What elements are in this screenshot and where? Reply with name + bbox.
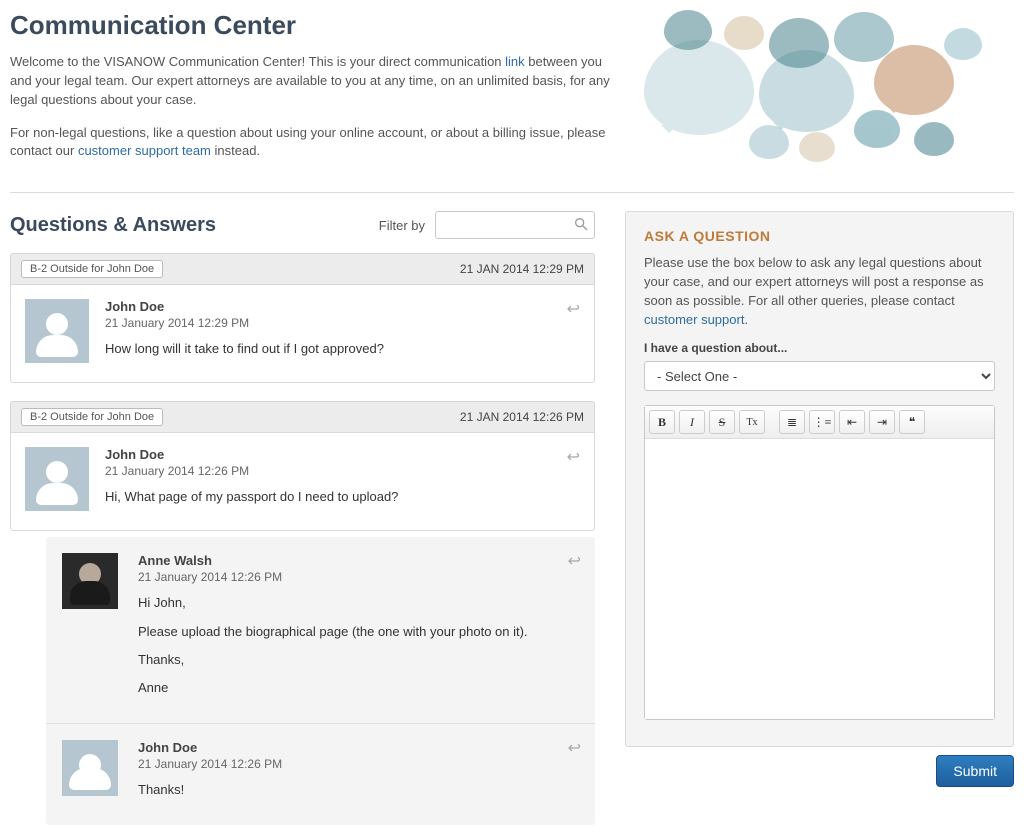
message-text: Hi John, [138,594,579,612]
avatar [25,299,89,363]
message-text: Thanks, [138,651,579,669]
speech-bubbles-decoration [634,10,1014,180]
avatar [25,447,89,511]
editor-textarea[interactable] [645,439,994,719]
avatar [62,740,118,796]
italic-button[interactable]: I [679,410,705,434]
message-author: John Doe [138,740,579,755]
thread-timestamp: 21 JAN 2014 12:26 PM [460,410,584,424]
ordered-list-button[interactable]: ≣ [779,410,805,434]
message-date: 21 January 2014 12:29 PM [105,316,580,330]
bold-button[interactable]: B [649,410,675,434]
strikethrough-button[interactable]: S [709,410,735,434]
qa-heading: Questions & Answers [10,214,379,237]
message-date: 21 January 2014 12:26 PM [138,757,579,771]
page-title: Communication Center [10,10,614,41]
message-text: Hi, What page of my passport do I need t… [105,488,580,506]
thread-header: B-2 Outside for John Doe 21 JAN 2014 12:… [10,253,595,284]
blockquote-button[interactable]: ❝ [899,410,925,434]
message-date: 21 January 2014 12:26 PM [138,570,579,584]
filter-label: Filter by [379,218,425,233]
divider [10,192,1014,193]
ask-intro-text: . [744,312,748,327]
avatar [62,553,118,609]
question-topic-select[interactable]: - Select One - [644,361,995,391]
message: John Doe 21 January 2014 12:26 PM Hi, Wh… [10,432,595,531]
ask-intro-text: Please use the box below to ask any lega… [644,255,984,308]
intro-paragraph-2: For non-legal questions, like a question… [10,124,614,162]
reply-message: Anne Walsh 21 January 2014 12:26 PM Hi J… [46,537,595,724]
intro-paragraph-1: Welcome to the VISANOW Communication Cen… [10,53,614,110]
case-tag[interactable]: B-2 Outside for John Doe [21,260,163,278]
message-date: 21 January 2014 12:26 PM [105,464,580,478]
message-author: John Doe [105,447,580,462]
message-author: Anne Walsh [138,553,579,568]
search-icon [573,216,589,232]
intro-text: instead. [211,143,260,158]
filter-input[interactable] [435,211,595,239]
message-text: Thanks! [138,781,579,799]
message: John Doe 21 January 2014 12:29 PM How lo… [10,284,595,383]
ask-question-panel: ASK A QUESTION Please use the box below … [625,211,1014,747]
indent-button[interactable]: ⇥ [869,410,895,434]
outdent-button[interactable]: ⇤ [839,410,865,434]
reply-icon[interactable]: ↩ [567,299,580,319]
reply-block: Anne Walsh 21 January 2014 12:26 PM Hi J… [46,537,595,825]
reply-icon[interactable]: ↩ [567,447,580,467]
thread-timestamp: 21 JAN 2014 12:29 PM [460,262,584,276]
message-text: Please upload the biographical page (the… [138,623,579,641]
intro-text: Welcome to the VISANOW Communication Cen… [10,54,505,69]
customer-support-link[interactable]: customer support [644,312,744,327]
message-author: John Doe [105,299,580,314]
rich-text-editor: B I S Tx ≣ ⋮≡ ⇤ ⇥ ❝ [644,405,995,720]
clear-format-button[interactable]: Tx [739,410,765,434]
intro-link-link[interactable]: link [505,54,525,69]
reply-message: John Doe 21 January 2014 12:26 PM Thanks… [46,724,595,825]
submit-button[interactable]: Submit [936,755,1014,787]
reply-icon[interactable]: ↩ [568,738,581,758]
customer-support-team-link[interactable]: customer support team [78,143,211,158]
question-topic-label: I have a question about... [644,341,995,355]
ask-intro: Please use the box below to ask any lega… [644,254,995,329]
ask-heading: ASK A QUESTION [644,228,995,244]
case-tag[interactable]: B-2 Outside for John Doe [21,408,163,426]
unordered-list-button[interactable]: ⋮≡ [809,410,835,434]
thread-header: B-2 Outside for John Doe 21 JAN 2014 12:… [10,401,595,432]
editor-toolbar: B I S Tx ≣ ⋮≡ ⇤ ⇥ ❝ [645,406,994,439]
message-text: How long will it take to find out if I g… [105,340,580,358]
reply-icon[interactable]: ↩ [568,551,581,571]
message-text: Anne [138,679,579,697]
